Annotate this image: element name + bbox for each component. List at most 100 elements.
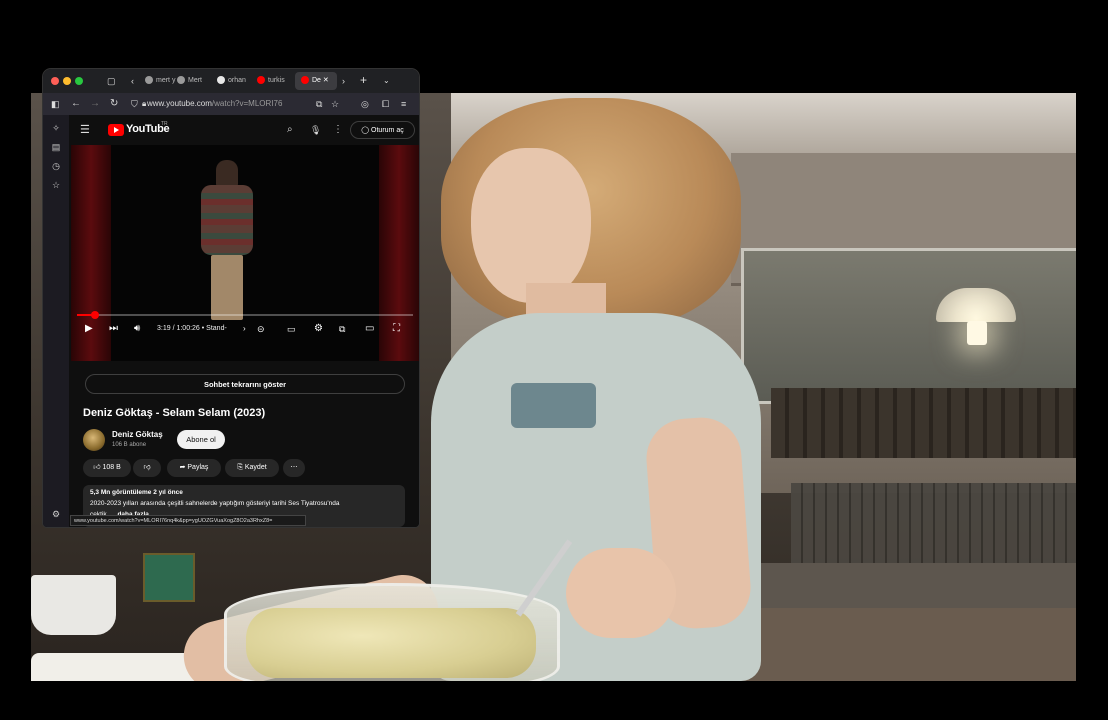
- settings-gear-icon[interactable]: ⚙: [51, 509, 61, 520]
- url-host: www.youtube.com: [147, 99, 212, 108]
- settings-icon[interactable]: ⚙: [314, 323, 323, 335]
- youtube-region-code: TR: [161, 121, 168, 127]
- close-window-button[interactable]: [51, 77, 59, 85]
- link-status-bar: www.youtube.com/watch?v=MLORI76nq4k&pp=y…: [70, 515, 306, 526]
- youtube-logo-icon[interactable]: [108, 124, 124, 136]
- close-tab-icon[interactable]: ✕: [323, 77, 329, 84]
- menu-icon[interactable]: ≡: [401, 96, 406, 112]
- tab-favicon: [301, 76, 309, 85]
- kitchen-shelf: [771, 388, 1076, 458]
- address-toolbar: ◧ ← → ↻ ⛉ 🔒︎ www.youtube.com/watch?v=MLO…: [43, 93, 419, 115]
- like-count: 108 B: [102, 464, 121, 471]
- save-button[interactable]: ⎘ Kaydet: [225, 459, 279, 477]
- progress-bar[interactable]: [77, 311, 413, 319]
- browser-sidebar: ✧ ▤ ◷ ☆ ⚙: [43, 115, 69, 527]
- video-player[interactable]: ▶ ⏭︎ 🔊︎ 3:19 / 1:00:26 • Stand- › ⊝ ▭ ⚙ …: [71, 145, 419, 361]
- shield-icon[interactable]: ⛉: [131, 96, 138, 112]
- shirt-graphic: [511, 383, 596, 428]
- new-tab-icon[interactable]: +: [360, 72, 367, 88]
- more-horizontal-icon: ⋯: [290, 464, 298, 471]
- share-label: Paylaş: [187, 464, 209, 471]
- extensions-icon[interactable]: ⧠: [382, 96, 389, 112]
- tab-overview-icon[interactable]: ▢: [107, 73, 116, 89]
- sign-in-button[interactable]: ◯ Oturum aç: [350, 121, 415, 139]
- subscribe-button[interactable]: Abone ol: [177, 430, 225, 449]
- bookmarks-star-icon[interactable]: ☆: [51, 180, 61, 191]
- user-circle-icon: ◯: [361, 127, 372, 134]
- kitchen-counter: [731, 563, 1076, 613]
- description-line-1: 2020-2023 yılları arasında çeşitli sahne…: [90, 500, 340, 507]
- search-icon[interactable]: ⌕: [287, 122, 293, 138]
- volume-icon[interactable]: 🔊︎: [134, 323, 140, 335]
- hamburger-menu-icon[interactable]: ☰: [80, 122, 90, 138]
- document-icon[interactable]: ▤: [51, 142, 61, 153]
- like-button[interactable]: 👍︎ 108 B: [83, 459, 131, 477]
- tab-5-active[interactable]: De ✕: [295, 72, 337, 90]
- tab-3[interactable]: orhan: [211, 72, 255, 90]
- tab-list-chevron-icon[interactable]: ⌄: [383, 73, 390, 89]
- tab-favicon: [177, 76, 185, 85]
- miniplayer-icon[interactable]: ⧉: [339, 323, 345, 335]
- performer-head: [216, 160, 238, 188]
- performer-sweater: [201, 185, 253, 255]
- maximize-window-button[interactable]: [75, 77, 83, 85]
- thumbs-down-icon: 👎︎: [143, 464, 151, 471]
- browser-window: ▢ ‹ mert y Mert orhan turkis De ✕ › + ⌄ …: [43, 69, 419, 527]
- tabs-scroll-left-icon[interactable]: ‹: [131, 73, 134, 89]
- tab-favicon: [145, 76, 153, 85]
- picture-in-picture-icon[interactable]: ⧉: [316, 96, 322, 112]
- channel-avatar[interactable]: [83, 429, 105, 451]
- time-text: 3:19 / 1:00:26: [157, 325, 200, 332]
- white-container: [31, 575, 116, 635]
- show-chat-replay-button[interactable]: Sohbet tekrarını göster: [85, 374, 405, 394]
- tab-label: turkis: [268, 77, 285, 84]
- tab-favicon: [257, 76, 265, 85]
- tab-bar: ▢ ‹ mert y Mert orhan turkis De ✕ › + ⌄: [43, 69, 419, 93]
- account-icon[interactable]: ◎: [361, 96, 369, 112]
- white-bowl: [31, 653, 196, 681]
- tab-label: De: [312, 77, 321, 84]
- lamp-glow: [967, 321, 987, 345]
- bookmark-icon: ⎘: [237, 464, 245, 471]
- dislike-button[interactable]: 👎︎: [133, 459, 161, 477]
- next-icon[interactable]: ⏭︎: [109, 323, 118, 335]
- performer-legs: [211, 255, 243, 320]
- ai-sparkle-icon[interactable]: ✧: [51, 123, 61, 134]
- sidebar-toggle-icon[interactable]: ◧: [51, 96, 60, 112]
- play-icon[interactable]: ▶: [85, 323, 93, 335]
- person-hand: [566, 548, 676, 638]
- chapter-label[interactable]: Stand-: [206, 325, 227, 332]
- person-face: [471, 148, 591, 303]
- forward-icon[interactable]: →: [90, 96, 100, 112]
- wall-tiles: [791, 483, 1076, 573]
- subscriber-count: 106 B abone: [112, 442, 147, 448]
- address-field[interactable]: www.youtube.com/watch?v=MLORI76: [147, 96, 317, 112]
- more-options-icon[interactable]: ⋮: [333, 122, 343, 138]
- tabs-scroll-right-icon[interactable]: ›: [342, 73, 345, 89]
- chapter-chevron-icon[interactable]: ›: [243, 323, 246, 335]
- reload-icon[interactable]: ↻: [110, 96, 118, 112]
- subtitles-icon[interactable]: ▭: [287, 323, 296, 335]
- channel-name[interactable]: Deniz Göktaş: [112, 430, 163, 439]
- lower-cabinet: [721, 608, 1076, 681]
- history-clock-icon[interactable]: ◷: [51, 161, 61, 172]
- sign-in-label: Oturum aç: [371, 127, 404, 134]
- minimize-window-button[interactable]: [63, 77, 71, 85]
- performer: [193, 160, 261, 320]
- tab-favicon: [217, 76, 225, 85]
- microphone-icon[interactable]: 🎙︎: [310, 122, 321, 138]
- glass-cabinet: [741, 248, 1076, 404]
- fullscreen-icon[interactable]: ⛶: [393, 323, 400, 335]
- bookmark-star-icon[interactable]: ☆: [331, 96, 339, 112]
- tab-4[interactable]: turkis: [251, 72, 295, 90]
- autoplay-toggle[interactable]: ⊝: [257, 323, 265, 335]
- tab-2[interactable]: Mert: [171, 72, 213, 90]
- more-actions-button[interactable]: ⋯: [283, 459, 305, 477]
- youtube-page: ☰ YouTube TR ⌕ 🎙︎ ⋮ ◯ Oturum aç ▶ ⏭︎ 🔊︎: [71, 115, 419, 527]
- theater-mode-icon[interactable]: ▭: [365, 323, 374, 335]
- view-count-and-date: 5,3 Mn görüntüleme 2 yıl önce: [90, 489, 183, 496]
- back-icon[interactable]: ←: [71, 96, 81, 112]
- lock-icon: 🔒︎: [142, 99, 147, 108]
- time-display: 3:19 / 1:00:26 • Stand-: [157, 325, 227, 332]
- share-button[interactable]: ➦ Paylaş: [167, 459, 221, 477]
